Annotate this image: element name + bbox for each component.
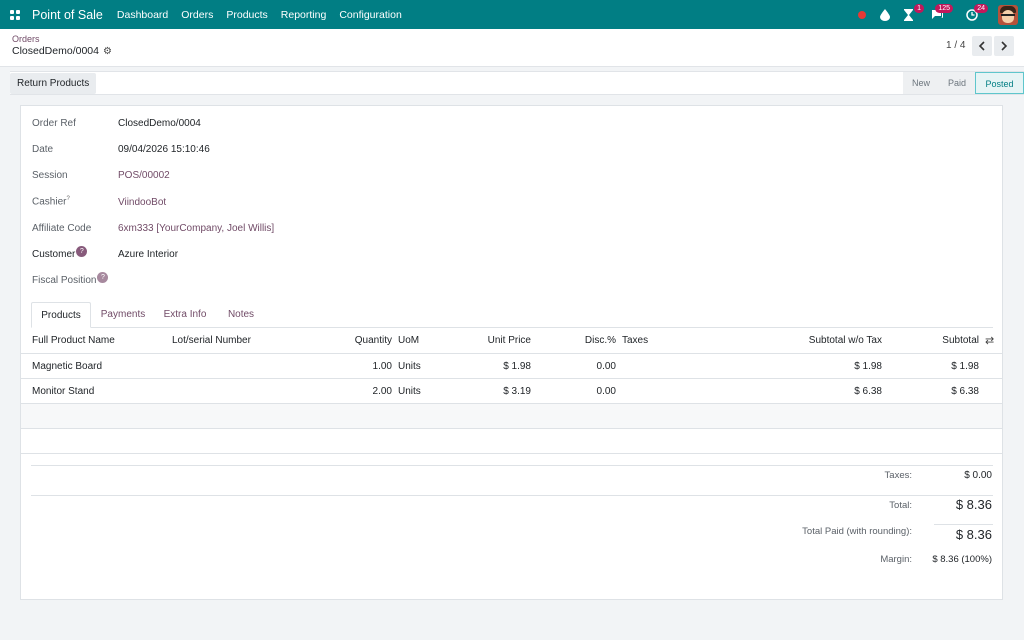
pager-next-button[interactable]	[994, 36, 1014, 56]
grand-total-value: $ 8.36	[955, 497, 992, 512]
total-separator	[934, 524, 993, 525]
cell-unit-price: $ 3.19	[503, 386, 531, 397]
cashier-help-icon[interactable]: ?	[66, 196, 69, 202]
tab-notes[interactable]: Notes	[219, 302, 263, 328]
cell-quantity: 1.00	[372, 361, 392, 372]
app-name[interactable]: Point of Sale	[32, 8, 103, 22]
totals-separator	[31, 465, 993, 466]
cashier-label-text: Cashier	[32, 196, 67, 208]
form-statusbar: Return Products New Paid Posted	[10, 71, 1024, 95]
menu-configuration[interactable]: Configuration	[339, 9, 401, 21]
order-ref-label: Order Ref	[32, 118, 76, 129]
status-step-new[interactable]: New	[903, 72, 939, 94]
cell-quantity: 2.00	[372, 386, 392, 397]
header-subtotal-wo-tax[interactable]: Subtotal w/o Tax	[752, 328, 882, 354]
cell-subtotal: $ 6.38	[951, 386, 979, 397]
table-row[interactable]: Monitor Stand 2.00 Units $ 3.19 0.00 $ 6…	[21, 379, 1002, 404]
apps-menu-icon[interactable]	[10, 9, 20, 20]
clock-icon[interactable]: 24	[963, 3, 988, 24]
table-header-row: Full Product Name Lot/serial Number Quan…	[21, 328, 1002, 354]
menu-products[interactable]: Products	[226, 9, 267, 21]
header-taxes[interactable]: Taxes	[622, 328, 648, 354]
customer-help-icon[interactable]: ?	[76, 246, 88, 257]
status-step-posted[interactable]: Posted	[975, 72, 1024, 94]
control-panel: Orders ClosedDemo/0004 ⚙ 1 / 4	[0, 29, 1024, 67]
pager-previous-button[interactable]	[972, 36, 992, 56]
tab-payments[interactable]: Payments	[95, 302, 151, 328]
return-products-button[interactable]: Return Products	[10, 73, 97, 94]
taxes-total-label: Taxes:	[884, 470, 912, 481]
header-quantity[interactable]: Quantity	[312, 328, 392, 354]
water-drop-icon[interactable]	[876, 6, 894, 24]
date-value: 09/04/2026 15:10:46	[118, 144, 210, 155]
tab-extra-info[interactable]: Extra Info	[157, 302, 213, 328]
order-ref-value: ClosedDemo/0004	[118, 118, 201, 129]
grand-total-label: Total:	[889, 500, 912, 511]
affiliate-link[interactable]: 6xm333 [YourCompany, Joel Willis]	[118, 223, 274, 234]
menu-orders[interactable]: Orders	[181, 9, 213, 21]
cell-subtotal-wo-tax: $ 1.98	[854, 361, 882, 372]
cell-subtotal: $ 1.98	[951, 361, 979, 372]
order-lines-table: Full Product Name Lot/serial Number Quan…	[21, 328, 1002, 454]
clock-badge: 24	[974, 3, 988, 13]
header-subtotal[interactable]: Subtotal	[879, 328, 979, 354]
total-paid-value: $ 8.36	[955, 527, 992, 542]
total-paid-label: Total Paid (with rounding):	[802, 526, 912, 537]
messages-badge: 125	[935, 3, 953, 13]
cell-discount: 0.00	[596, 386, 616, 397]
date-label: Date	[32, 144, 54, 155]
user-avatar[interactable]	[998, 4, 1018, 25]
recording-indicator-icon[interactable]	[853, 6, 871, 24]
taxes-separator	[31, 495, 993, 496]
taxes-total-value: $ 0.00	[964, 470, 992, 481]
menu-dashboard[interactable]: Dashboard	[117, 9, 168, 21]
cashier-link[interactable]: ViindooBot	[118, 197, 166, 208]
header-uom[interactable]: UoM	[398, 328, 419, 354]
empty-row	[21, 429, 1002, 454]
fiscal-position-label-text: Fiscal Position	[32, 275, 97, 286]
tab-products[interactable]: Products	[31, 302, 91, 328]
fiscal-position-help-icon[interactable]: ?	[97, 272, 109, 283]
breadcrumb-current: ClosedDemo/0004 ⚙	[12, 45, 112, 57]
cell-discount: 0.00	[596, 361, 616, 372]
fiscal-position-label: Fiscal Position?	[32, 272, 109, 286]
cell-subtotal-wo-tax: $ 6.38	[854, 386, 882, 397]
header-discount[interactable]: Disc.%	[536, 328, 616, 354]
cell-product: Magnetic Board	[32, 361, 103, 372]
customer-label-text: Customer	[32, 249, 76, 260]
menu-reporting[interactable]: Reporting	[281, 9, 327, 21]
status-step-paid[interactable]: Paid	[939, 72, 975, 94]
customer-value: Azure Interior	[118, 249, 179, 260]
cell-unit-price: $ 1.98	[503, 361, 531, 372]
form-sheet: Order Ref ClosedDemo/0004 Date 09/04/202…	[20, 105, 1003, 600]
messages-icon[interactable]: 125	[928, 3, 953, 24]
activity-hourglass-icon[interactable]: 1	[899, 3, 924, 24]
customer-label: Customer?	[32, 246, 88, 260]
table-row[interactable]: Magnetic Board 1.00 Units $ 1.98 0.00 $ …	[21, 354, 1002, 379]
cell-uom: Units	[398, 361, 421, 372]
record-name: ClosedDemo/0004	[12, 45, 99, 57]
session-link[interactable]: POS/00002	[118, 170, 170, 181]
notebook-tabs: Products Payments Extra Info Notes	[31, 302, 993, 328]
empty-row	[21, 404, 1002, 429]
affiliate-label: Affiliate Code	[32, 223, 92, 234]
gear-icon[interactable]: ⚙	[103, 46, 112, 57]
breadcrumb-orders[interactable]: Orders	[12, 34, 40, 44]
header-product[interactable]: Full Product Name	[32, 328, 115, 354]
header-unit-price[interactable]: Unit Price	[451, 328, 531, 354]
cashier-label: Cashier?	[32, 196, 70, 207]
session-label: Session	[32, 170, 68, 181]
top-navbar: Point of Sale Dashboard Orders Products …	[0, 0, 1024, 29]
margin-value: $ 8.36 (100%)	[932, 554, 992, 565]
pager-value[interactable]: 1 / 4	[946, 40, 965, 51]
activity-badge: 1	[914, 3, 924, 13]
systray: 1 125 24	[853, 0, 1024, 29]
cell-product: Monitor Stand	[32, 386, 95, 397]
cell-uom: Units	[398, 386, 421, 397]
header-lot[interactable]: Lot/serial Number	[172, 328, 251, 354]
optional-columns-icon[interactable]: ⇄	[985, 328, 994, 354]
